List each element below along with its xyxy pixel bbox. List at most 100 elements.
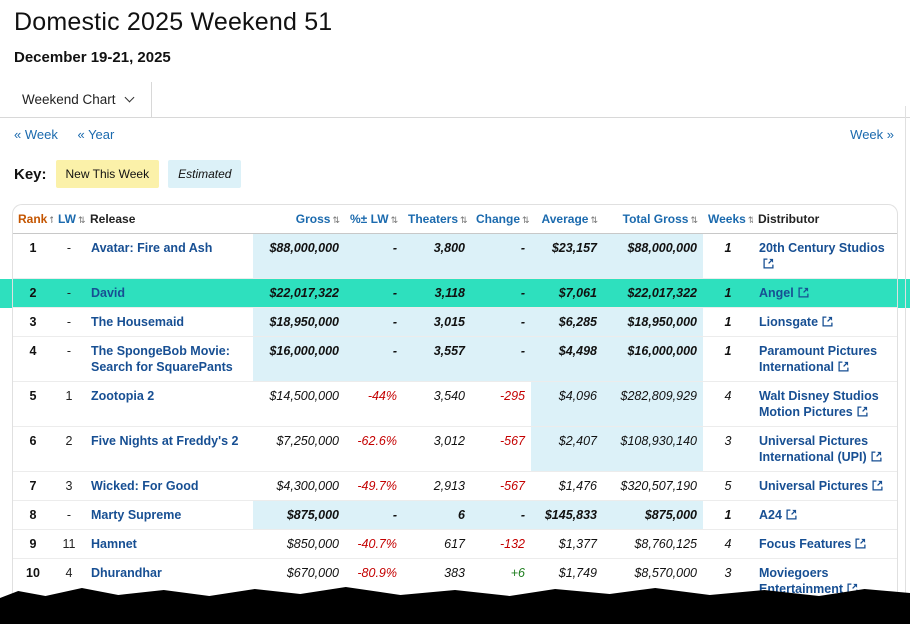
gross-cell: $7,250,000 (253, 427, 345, 472)
total-gross-cell: $16,000,000 (603, 337, 703, 382)
column-header-total-gross[interactable]: Total Gross⇅ (603, 205, 703, 234)
release-link[interactable]: The SpongeBob Movie: Search for SquarePa… (91, 344, 233, 374)
rank-cell: 1 (13, 234, 53, 279)
theater-change-cell: -295 (471, 382, 531, 427)
distributor-link[interactable]: 20th Century Studios (759, 241, 885, 271)
table-row: 911Hamnet$850,000-40.7%617-132$1,377$8,7… (13, 530, 897, 559)
gross-cell: $16,000,000 (253, 337, 345, 382)
weekend-chart-table: Rank⇅LW⇅ReleaseGross⇅%± LW⇅Theaters⇅Chan… (13, 205, 897, 604)
column-header-label: Weeks (708, 212, 746, 226)
distributor-cell: Angel (753, 279, 897, 308)
column-header-label: Distributor (758, 212, 819, 226)
total-gross-cell: $8,760,125 (603, 530, 703, 559)
release-link[interactable]: David (91, 286, 125, 300)
weeks-cell: 3 (703, 427, 753, 472)
column-header-weeks[interactable]: Weeks⇅ (703, 205, 753, 234)
release-link[interactable]: Hamnet (91, 537, 137, 551)
external-link-icon (822, 316, 833, 327)
external-link-icon (871, 451, 882, 462)
distributor-link[interactable]: Lionsgate (759, 315, 833, 329)
distributor-link[interactable]: Walt Disney Studios Motion Pictures (759, 389, 879, 419)
theaters-cell: 3,557 (403, 337, 471, 382)
release-link[interactable]: Avatar: Fire and Ash (91, 241, 212, 255)
total-gross-cell: $88,000,000 (603, 234, 703, 279)
release-link[interactable]: Zootopia 2 (91, 389, 154, 403)
prev-year-link[interactable]: « Year (77, 127, 114, 142)
column-header-change[interactable]: Change⇅ (471, 205, 531, 234)
percent-change-cell: -49.7% (345, 472, 403, 501)
percent-change-cell: -40.7% (345, 530, 403, 559)
chart-type-dropdown[interactable]: Weekend Chart (12, 82, 152, 117)
rank-cell: 4 (13, 337, 53, 382)
percent-change-cell: - (345, 279, 403, 308)
theater-change-cell: - (471, 501, 531, 530)
sort-arrows-icon: ⇅ (460, 215, 468, 225)
weeks-cell: 1 (703, 501, 753, 530)
distributor-link[interactable]: Universal Pictures (759, 479, 883, 493)
distributor-link[interactable]: Focus Features (759, 537, 866, 551)
distributor-link[interactable]: A24 (759, 508, 797, 522)
sort-arrows-icon: ⇅ (690, 215, 698, 225)
weeks-cell: 1 (703, 279, 753, 308)
release-cell: Hamnet (85, 530, 253, 559)
distributor-link[interactable]: Universal Pictures International (UPI) (759, 434, 882, 464)
average-cell: $1,377 (531, 530, 603, 559)
percent-change-cell: - (345, 234, 403, 279)
rank-cell: 6 (13, 427, 53, 472)
theaters-cell: 6 (403, 501, 471, 530)
theaters-cell: 3,800 (403, 234, 471, 279)
last-week-rank-cell: - (53, 308, 85, 337)
percent-change-cell: - (345, 308, 403, 337)
release-link[interactable]: Dhurandhar (91, 566, 162, 580)
total-gross-cell: $875,000 (603, 501, 703, 530)
gross-cell: $14,500,000 (253, 382, 345, 427)
theaters-cell: 3,540 (403, 382, 471, 427)
total-gross-cell: $320,507,190 (603, 472, 703, 501)
rank-cell: 7 (13, 472, 53, 501)
distributor-link[interactable]: Paramount Pictures International (759, 344, 877, 374)
total-gross-cell: $108,930,140 (603, 427, 703, 472)
average-cell: $4,498 (531, 337, 603, 382)
key-new-this-week-chip: New This Week (56, 160, 160, 188)
column-header--lw[interactable]: %± LW⇅ (345, 205, 403, 234)
sort-arrows-icon: ⇅ (332, 215, 340, 225)
column-header-gross[interactable]: Gross⇅ (253, 205, 345, 234)
average-cell: $4,096 (531, 382, 603, 427)
tab-strip: Weekend Chart (0, 82, 910, 118)
weekend-chart-page: Domestic 2025 Weekend 51 December 19-21,… (0, 0, 910, 604)
release-link[interactable]: Wicked: For Good (91, 479, 199, 493)
theaters-cell: 3,118 (403, 279, 471, 308)
key-estimated-chip: Estimated (168, 160, 241, 188)
rank-cell: 5 (13, 382, 53, 427)
distributor-cell: Universal Pictures International (UPI) (753, 427, 897, 472)
sort-arrows-icon: ⇅ (78, 215, 85, 225)
column-header-label: Change (476, 212, 520, 226)
column-header-rank[interactable]: Rank⇅ (13, 205, 53, 234)
weeks-cell: 4 (703, 530, 753, 559)
theater-change-cell: -567 (471, 427, 531, 472)
column-header-lw[interactable]: LW⇅ (53, 205, 85, 234)
prev-week-link[interactable]: « Week (14, 127, 58, 142)
column-header-average[interactable]: Average⇅ (531, 205, 603, 234)
column-header-theaters[interactable]: Theaters⇅ (403, 205, 471, 234)
page-title: Domestic 2025 Weekend 51 (14, 8, 896, 37)
percent-change-cell: -62.6% (345, 427, 403, 472)
distributor-cell: A24 (753, 501, 897, 530)
external-link-icon (855, 538, 866, 549)
gross-cell: $875,000 (253, 501, 345, 530)
release-link[interactable]: Marty Supreme (91, 508, 181, 522)
next-week-link[interactable]: Week » (850, 127, 894, 142)
release-link[interactable]: The Housemaid (91, 315, 184, 329)
distributor-link[interactable]: Angel (759, 286, 809, 300)
last-week-rank-cell: 3 (53, 472, 85, 501)
rank-cell: 2 (13, 279, 53, 308)
theater-change-cell: - (471, 279, 531, 308)
release-cell: Marty Supreme (85, 501, 253, 530)
release-link[interactable]: Five Nights at Freddy's 2 (91, 434, 238, 448)
gross-cell: $22,017,322 (253, 279, 345, 308)
legend-key: Key: New This Week Estimated (0, 150, 910, 200)
table-row: 73Wicked: For Good$4,300,000-49.7%2,913-… (13, 472, 897, 501)
last-week-rank-cell: - (53, 501, 85, 530)
rank-cell: 9 (13, 530, 53, 559)
theater-change-cell: -132 (471, 530, 531, 559)
